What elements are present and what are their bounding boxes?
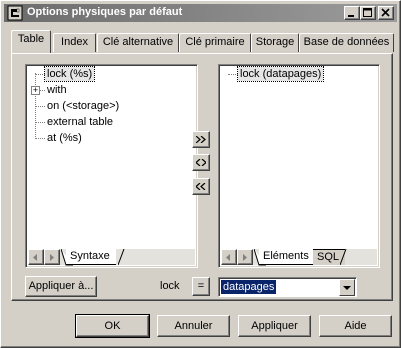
remove-button[interactable] bbox=[192, 178, 210, 195]
app-icon bbox=[7, 5, 23, 21]
swap-chevrons-icon bbox=[196, 159, 206, 166]
tree-item-with[interactable]: + with bbox=[26, 82, 196, 98]
apply-to-button[interactable]: Appliquer à... bbox=[25, 276, 97, 297]
ok-button[interactable]: OK bbox=[75, 314, 150, 338]
arrow-right-icon bbox=[50, 254, 54, 261]
tree-item-lock-datapages[interactable]: lock (datapages) bbox=[219, 66, 379, 82]
double-chevron-left-icon bbox=[196, 183, 206, 190]
tree-connector bbox=[35, 74, 45, 75]
double-chevron-right-icon bbox=[196, 136, 206, 143]
window-title: Options physiques par défaut bbox=[27, 6, 183, 18]
minimize-icon bbox=[348, 15, 354, 17]
maximize-icon bbox=[363, 8, 372, 17]
elements-tree[interactable]: lock (datapages) Eléments SQL bbox=[218, 64, 380, 268]
subtab-syntax[interactable]: Syntaxe bbox=[66, 249, 116, 265]
syntax-tree[interactable]: lock (%s) + with on (<storage>) external… bbox=[25, 64, 198, 268]
dropdown-button[interactable] bbox=[339, 279, 355, 296]
tree-item-label: lock (%s) bbox=[43, 66, 96, 82]
tree-connector bbox=[35, 106, 45, 107]
equals-sign: = bbox=[192, 277, 210, 296]
subtab-edge bbox=[118, 249, 125, 266]
tab-primary-key[interactable]: Clé primaire bbox=[179, 33, 251, 52]
horizontal-scrollbar[interactable]: Eléments SQL bbox=[221, 249, 377, 266]
property-name-label: lock bbox=[160, 280, 180, 292]
tree-item-lock[interactable]: lock (%s) bbox=[26, 66, 196, 82]
dialog-window: Options physiques par défaut Table Index… bbox=[0, 0, 401, 348]
tree-item-label: lock (datapages) bbox=[236, 66, 325, 82]
scroll-right-button[interactable] bbox=[237, 249, 253, 265]
chevron-down-icon bbox=[343, 286, 351, 290]
tree-item-label: external table bbox=[47, 116, 114, 128]
tree-item-label: at (%s) bbox=[47, 132, 82, 144]
tree-connector bbox=[228, 74, 238, 75]
tree-item-label: with bbox=[47, 84, 67, 96]
add-button[interactable] bbox=[192, 131, 210, 148]
tree-connector bbox=[35, 122, 45, 123]
arrow-left-icon bbox=[33, 254, 37, 261]
tab-alternate-key[interactable]: Clé alternative bbox=[97, 33, 179, 52]
subtab-edge bbox=[340, 249, 347, 266]
tab-storage[interactable]: Storage bbox=[251, 33, 299, 52]
arrow-right-icon bbox=[243, 254, 247, 261]
maximize-button[interactable] bbox=[360, 6, 376, 20]
tree-connector bbox=[35, 138, 45, 139]
close-button[interactable] bbox=[378, 6, 394, 20]
title-bar[interactable]: Options physiques par défaut bbox=[4, 4, 397, 22]
tab-table[interactable]: Table bbox=[11, 30, 51, 53]
horizontal-scrollbar[interactable]: Syntaxe bbox=[28, 249, 195, 266]
cancel-button[interactable]: Annuler bbox=[157, 315, 230, 337]
combo-selected-value: datapages bbox=[221, 280, 277, 294]
minimize-button[interactable] bbox=[344, 6, 360, 20]
scroll-right-button[interactable] bbox=[44, 249, 60, 265]
help-button[interactable]: Aide bbox=[319, 315, 392, 337]
tree-item-at[interactable]: at (%s) bbox=[26, 130, 196, 146]
tab-database[interactable]: Base de données bbox=[299, 33, 394, 52]
close-icon bbox=[381, 8, 390, 17]
tree-item-external-table[interactable]: external table bbox=[26, 114, 196, 130]
arrow-left-icon bbox=[226, 254, 230, 261]
tab-index[interactable]: Index bbox=[53, 33, 96, 52]
tab-panel-table: lock (%s) + with on (<storage>) external… bbox=[11, 53, 393, 301]
tab-strip: Table Index Clé alternative Clé primaire… bbox=[11, 30, 396, 54]
subtab-elements[interactable]: Eléments bbox=[259, 249, 315, 265]
scroll-left-button[interactable] bbox=[221, 249, 237, 265]
scroll-left-button[interactable] bbox=[28, 249, 44, 265]
tree-item-on-storage[interactable]: on (<storage>) bbox=[26, 98, 196, 114]
expand-icon[interactable]: + bbox=[31, 86, 40, 95]
apply-button[interactable]: Appliquer bbox=[238, 315, 311, 337]
property-value-combo[interactable]: datapages bbox=[218, 277, 357, 297]
swap-button[interactable] bbox=[192, 154, 210, 171]
tree-item-label: on (<storage>) bbox=[47, 100, 120, 112]
